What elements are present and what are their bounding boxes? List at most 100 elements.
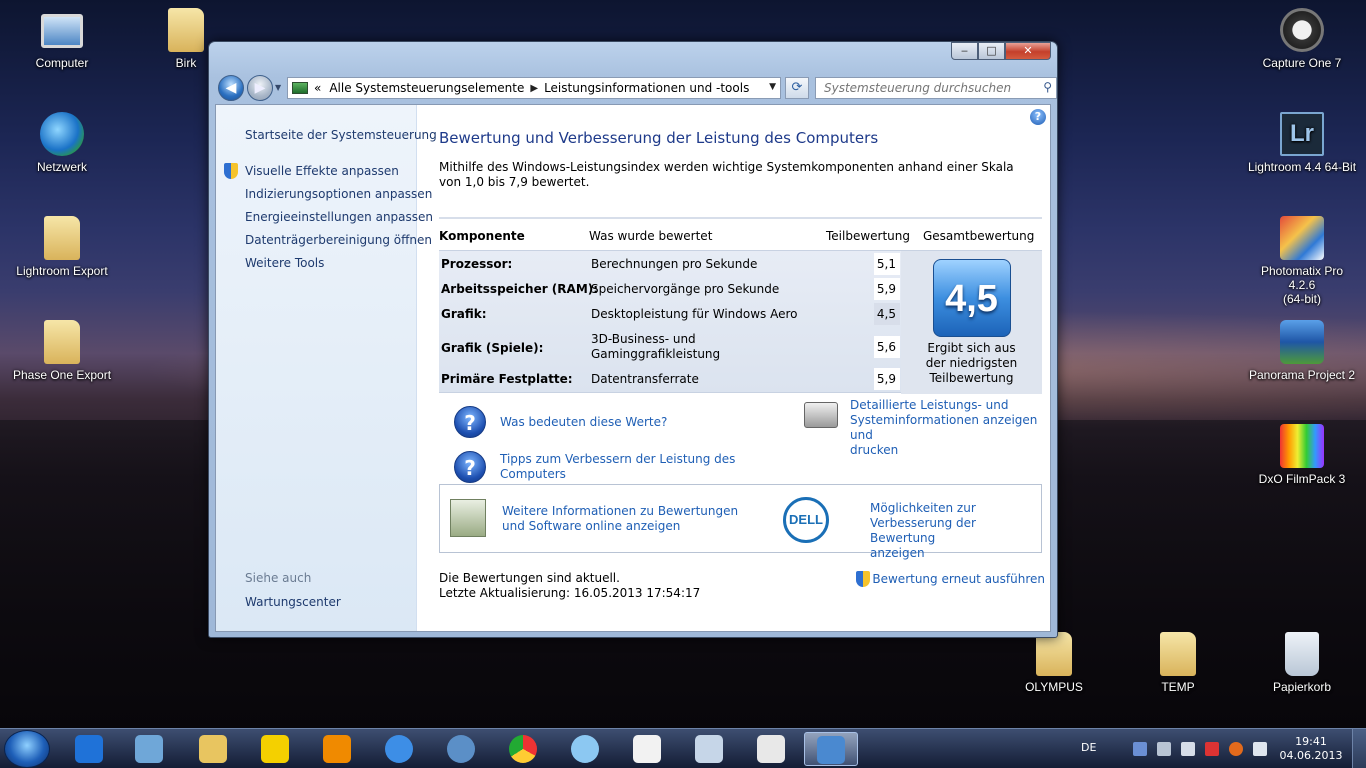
what-mean-link[interactable]: ? Was bedeuten diese Werte? bbox=[454, 406, 667, 438]
teamviewer-icon bbox=[75, 735, 103, 763]
sidebar-link-disk-cleanup[interactable]: Datenträgerbereinigung öffnen bbox=[245, 233, 432, 247]
desktop-icon-recycle-bin[interactable]: Papierkorb bbox=[1252, 632, 1352, 694]
desktop-icon-label: Papierkorb bbox=[1272, 680, 1332, 694]
computer-software-icon bbox=[450, 499, 486, 537]
tray-update-icon[interactable] bbox=[1229, 742, 1243, 756]
address-dropdown-icon[interactable]: ▼ bbox=[769, 82, 776, 92]
snipping-icon bbox=[757, 735, 785, 763]
tray-flag-icon[interactable] bbox=[1205, 742, 1219, 756]
taskbar-chrome[interactable] bbox=[496, 732, 550, 766]
tips-label-line[interactable]: Computers bbox=[500, 467, 566, 481]
rated-label: Berechnungen pro Sekunde bbox=[591, 257, 758, 271]
breadcrumb-all-items[interactable]: Alle Systemsteuerungselemente bbox=[329, 81, 524, 95]
refresh-button[interactable]: ⟳ bbox=[785, 77, 809, 99]
details-label-line[interactable]: Systeminformationen anzeigen und bbox=[850, 413, 1037, 442]
divider bbox=[439, 217, 1042, 219]
details-print-link[interactable]: Detaillierte Leistungs- und Systeminform… bbox=[804, 398, 1045, 458]
taskbar-lidl[interactable] bbox=[248, 732, 302, 766]
network-signal-icon[interactable] bbox=[1181, 742, 1195, 756]
show-desktop-button[interactable] bbox=[1352, 729, 1366, 768]
base-caption-line: Teilbewertung bbox=[929, 371, 1014, 385]
control-panel-icon bbox=[292, 82, 308, 94]
computer-icon bbox=[41, 14, 83, 48]
sidebar-link-home[interactable]: Startseite der Systemsteuerung bbox=[245, 128, 437, 142]
language-indicator[interactable]: DE bbox=[1081, 741, 1096, 754]
rerun-assessment-link[interactable]: Bewertung erneut ausführen bbox=[856, 571, 1045, 587]
address-bar[interactable]: « Alle Systemsteuerungselemente ▶ Leistu… bbox=[287, 77, 781, 99]
address-overflow[interactable]: « bbox=[314, 81, 321, 95]
desktop-icon-photomatix[interactable]: Photomatix Pro 4.2.6 (64-bit) bbox=[1246, 216, 1358, 306]
uac-shield-icon bbox=[224, 163, 238, 179]
taskbar-virtualbox[interactable] bbox=[122, 732, 176, 766]
taskbar-safari[interactable] bbox=[558, 732, 612, 766]
search-box[interactable]: ⚲ bbox=[815, 77, 1057, 99]
close-button[interactable]: ✕ bbox=[1005, 42, 1051, 60]
online-info-line[interactable]: und Software online anzeigen bbox=[502, 519, 680, 533]
desktop-icon-lightroom[interactable]: Lr Lightroom 4.4 64-Bit bbox=[1246, 112, 1358, 174]
desktop-icon-phase-one-export[interactable]: Phase One Export bbox=[12, 320, 112, 382]
details-label-line[interactable]: drucken bbox=[850, 443, 898, 457]
desktop-icon-panorama[interactable]: Panorama Project 2 bbox=[1246, 320, 1358, 382]
search-input[interactable] bbox=[816, 78, 1030, 98]
taskbar-control-panel[interactable] bbox=[804, 732, 858, 766]
taskbar-explorer[interactable] bbox=[186, 732, 240, 766]
clock[interactable]: 19:41 04.06.2013 bbox=[1278, 735, 1344, 763]
desktop-icon-dxo[interactable]: DxO FilmPack 3 bbox=[1252, 424, 1352, 486]
details-label-line[interactable]: Detaillierte Leistungs- und bbox=[850, 398, 1008, 412]
taskbar-teamviewer[interactable] bbox=[62, 732, 116, 766]
rated-label: Desktopleistung für Windows Aero bbox=[591, 307, 798, 321]
dell-improve-line[interactable]: anzeigen bbox=[870, 546, 925, 560]
taskbar-vlc[interactable] bbox=[310, 732, 364, 766]
online-info-panel: Weitere Informationen zu Bewertungen und… bbox=[439, 484, 1042, 560]
tips-link[interactable]: ? Tipps zum Verbessern der Leistung des … bbox=[454, 451, 735, 483]
breadcrumb-performance[interactable]: Leistungsinformationen und -tools bbox=[544, 81, 749, 95]
desktop-icon-network[interactable]: Netzwerk bbox=[12, 112, 112, 174]
taskbar-itunes[interactable] bbox=[372, 732, 426, 766]
breadcrumb-chevron-icon[interactable]: ▶ bbox=[530, 83, 538, 94]
clock-time[interactable]: 19:41 bbox=[1295, 735, 1327, 748]
sidebar-link-visual-effects[interactable]: Visuelle Effekte anpassen bbox=[224, 163, 399, 179]
dell-improve-line[interactable]: Verbesserung der Bewertung bbox=[870, 516, 976, 545]
tips-label-line[interactable]: Tipps zum Verbessern der Leistung des bbox=[500, 452, 735, 466]
taskbar-thunderbird[interactable] bbox=[434, 732, 488, 766]
what-mean-label[interactable]: Was bedeuten diese Werte? bbox=[500, 415, 667, 430]
virtualbox-icon bbox=[135, 735, 163, 763]
clock-date[interactable]: 04.06.2013 bbox=[1280, 749, 1343, 762]
start-button[interactable] bbox=[4, 730, 50, 768]
search-icon[interactable]: ⚲ bbox=[1043, 80, 1052, 94]
sidebar-link-indexing[interactable]: Indizierungsoptionen anpassen bbox=[245, 187, 432, 201]
sidebar-link-more-tools[interactable]: Weitere Tools bbox=[245, 256, 324, 270]
desktop-icon-computer[interactable]: Computer bbox=[12, 8, 112, 70]
desktop-icon-capture-one[interactable]: Capture One 7 bbox=[1252, 8, 1352, 70]
dell-improve-link[interactable]: Möglichkeiten zur Verbesserung der Bewer… bbox=[870, 501, 1041, 561]
volume-icon[interactable] bbox=[1253, 742, 1267, 756]
forward-button[interactable]: ▶ bbox=[247, 75, 273, 101]
desktop-icon-olympus[interactable]: OLYMPUS bbox=[1004, 632, 1104, 694]
dell-improve-line[interactable]: Möglichkeiten zur bbox=[870, 501, 976, 515]
details-print-label[interactable]: Detaillierte Leistungs- und Systeminform… bbox=[850, 398, 1045, 458]
back-button[interactable]: ◀ bbox=[218, 75, 244, 101]
recent-pages-dropdown-icon[interactable]: ▼ bbox=[275, 83, 281, 92]
rerun-assessment-label[interactable]: Bewertung erneut ausführen bbox=[872, 572, 1045, 586]
desktop-icon-label: Lightroom Export bbox=[16, 264, 108, 278]
sidebar-link-power[interactable]: Energieeinstellungen anpassen bbox=[245, 210, 433, 224]
sidebar-link-action-center[interactable]: Wartungscenter bbox=[245, 595, 341, 609]
taskbar-calculator[interactable] bbox=[682, 732, 736, 766]
control-panel-icon bbox=[817, 736, 845, 764]
desktop-icon-lightroom-export[interactable]: Lightroom Export bbox=[12, 216, 112, 278]
tray-cloud-icon[interactable] bbox=[1157, 742, 1171, 756]
taskbar-snipping[interactable] bbox=[744, 732, 798, 766]
sidebar: Startseite der Systemsteuerung Visuelle … bbox=[216, 105, 437, 631]
column-header-component: Komponente bbox=[439, 229, 525, 243]
explorer-icon bbox=[199, 735, 227, 763]
desktop-icon-label: Lightroom 4.4 64-Bit bbox=[1247, 160, 1357, 174]
maximize-button[interactable]: □ bbox=[978, 42, 1005, 60]
online-info-link[interactable]: Weitere Informationen zu Bewertungen und… bbox=[502, 504, 738, 534]
taskbar-solitaire[interactable] bbox=[620, 732, 674, 766]
tray-app-icon[interactable] bbox=[1133, 742, 1147, 756]
minimize-button[interactable]: ‒ bbox=[951, 42, 978, 60]
sidebar-link-label[interactable]: Visuelle Effekte anpassen bbox=[245, 164, 399, 178]
desktop-icon-temp[interactable]: TEMP bbox=[1128, 632, 1228, 694]
tips-label[interactable]: Tipps zum Verbessern der Leistung des Co… bbox=[500, 452, 735, 482]
online-info-line[interactable]: Weitere Informationen zu Bewertungen bbox=[502, 504, 738, 518]
